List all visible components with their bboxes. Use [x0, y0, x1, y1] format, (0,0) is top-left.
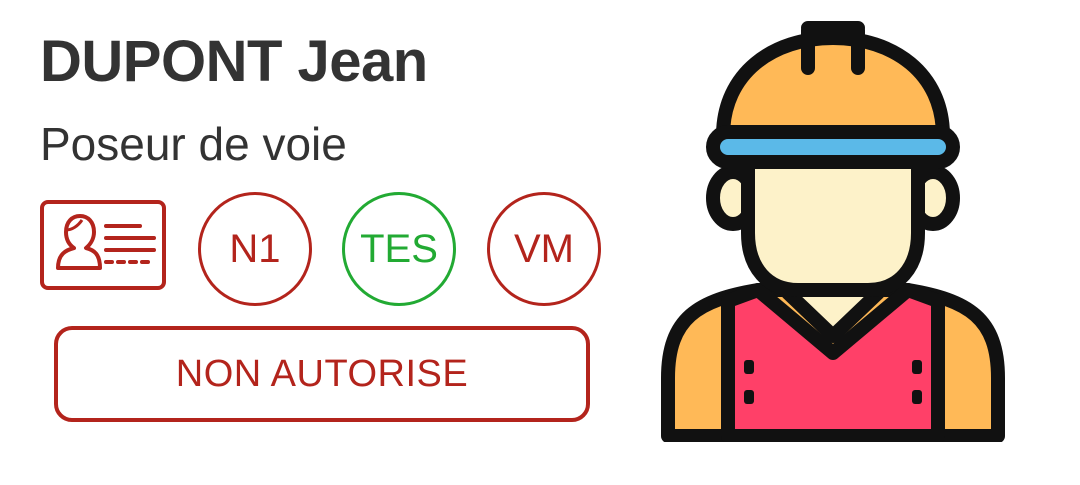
id-card-icon[interactable]	[40, 200, 166, 290]
worker-job-title: Poseur de voie	[40, 118, 347, 170]
authorization-status-button[interactable]: NON AUTORISE	[54, 326, 590, 422]
construction-worker-icon	[658, 18, 1008, 443]
badge-n1[interactable]: N1	[198, 192, 312, 306]
worker-name: DUPONT Jean	[40, 29, 428, 94]
badge-tes[interactable]: TES	[342, 192, 456, 306]
badge-vm[interactable]: VM	[487, 192, 601, 306]
